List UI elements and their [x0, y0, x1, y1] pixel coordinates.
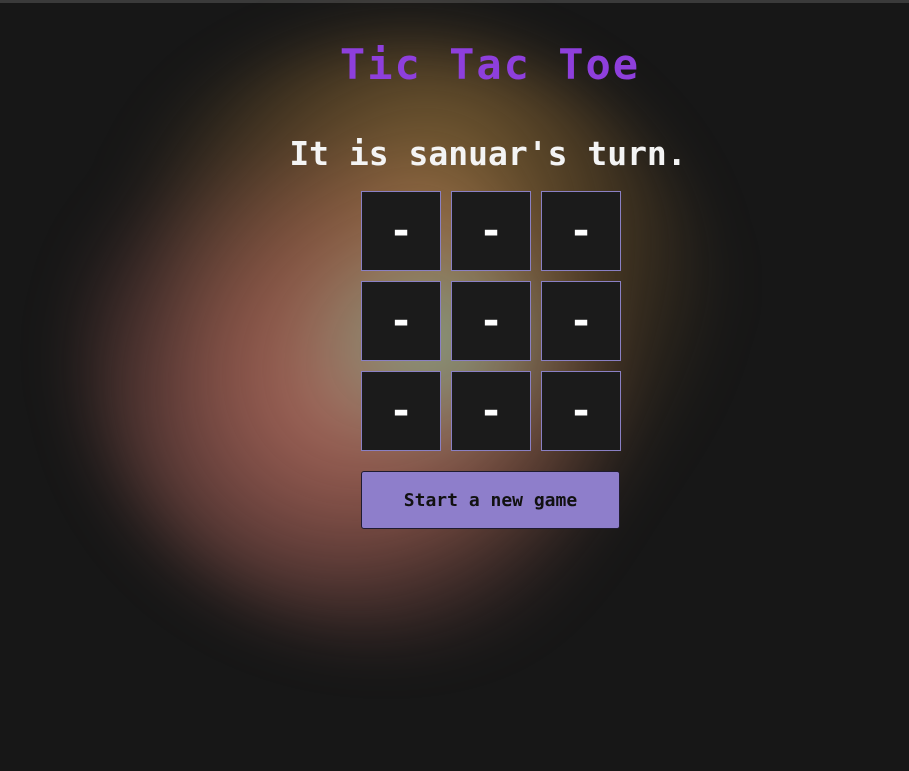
- window-top-border: [0, 0, 909, 3]
- board-cell-1[interactable]: -: [451, 191, 531, 271]
- turn-status: It is sanuar's turn.: [289, 134, 687, 173]
- board-cell-4[interactable]: -: [451, 281, 531, 361]
- new-game-button[interactable]: Start a new game: [361, 471, 620, 529]
- game-board: - - - - - - - - -: [361, 191, 621, 451]
- game-title: Tic Tac Toe: [339, 40, 641, 89]
- board-cell-3[interactable]: -: [361, 281, 441, 361]
- board-cell-6[interactable]: -: [361, 371, 441, 451]
- board-cell-7[interactable]: -: [451, 371, 531, 451]
- board-cell-0[interactable]: -: [361, 191, 441, 271]
- board-cell-2[interactable]: -: [541, 191, 621, 271]
- board-cell-8[interactable]: -: [541, 371, 621, 451]
- board-cell-5[interactable]: -: [541, 281, 621, 361]
